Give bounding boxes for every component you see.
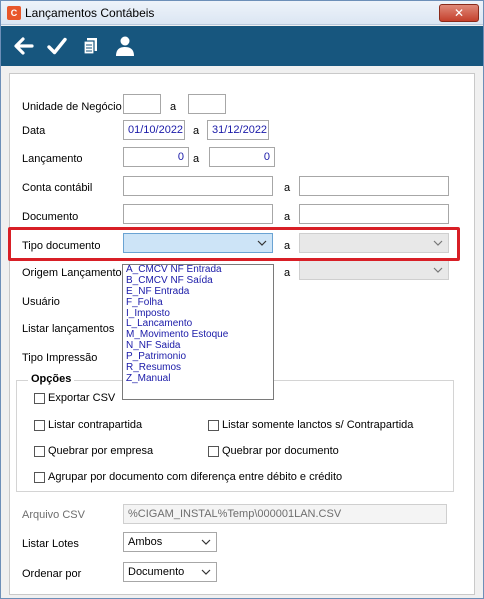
tipo-documento-dropdown: A_CMCV NF Entrada B_CMCV NF Saída E_NF Ent… bbox=[122, 264, 274, 400]
arquivo-csv-label: Arquivo CSV bbox=[22, 509, 85, 521]
user-icon[interactable] bbox=[111, 32, 139, 60]
window: C Lançamentos Contábeis ✕ Unidade de Neg… bbox=[0, 0, 484, 599]
ordenar-select[interactable]: Documento bbox=[123, 562, 217, 582]
copy-icon[interactable] bbox=[77, 32, 105, 60]
listar-lotes-value: Ambos bbox=[128, 536, 163, 548]
lancamento-sep: a bbox=[193, 153, 200, 165]
origem-sep: a bbox=[284, 267, 291, 279]
lancamento-from-input[interactable]: 0 bbox=[123, 147, 189, 167]
checkbox-icon bbox=[208, 445, 219, 457]
app-icon: C bbox=[7, 6, 21, 20]
ordenar-label: Ordenar por bbox=[22, 568, 82, 580]
quebrar-documento-checkbox[interactable]: Quebrar por documento bbox=[208, 445, 339, 457]
tipo-documento-from-select[interactable] bbox=[123, 233, 273, 253]
unidade-to-input[interactable] bbox=[188, 94, 226, 114]
chevron-down-icon bbox=[201, 539, 211, 545]
quebrar-empresa-checkbox[interactable]: Quebrar por empresa bbox=[34, 445, 153, 457]
dropdown-option[interactable]: Z_Manual bbox=[123, 373, 273, 385]
window-title: Lançamentos Contábeis bbox=[25, 6, 155, 20]
title-bar: C Lançamentos Contábeis ✕ bbox=[1, 1, 483, 25]
dropdown-option[interactable]: F_Folha bbox=[123, 297, 273, 309]
unidade-sep: a bbox=[170, 101, 177, 113]
exportar-csv-label: Exportar CSV bbox=[48, 392, 116, 404]
conta-from-input[interactable] bbox=[123, 176, 273, 196]
check-icon[interactable] bbox=[43, 32, 71, 60]
quebrar-documento-label: Quebrar por documento bbox=[222, 445, 339, 457]
chevron-down-icon bbox=[433, 240, 443, 246]
close-button[interactable]: ✕ bbox=[439, 4, 479, 22]
form-panel: Unidade de Negócio a Data 01/10/2022 a 3… bbox=[8, 73, 475, 595]
checkbox-icon bbox=[208, 419, 219, 431]
checkbox-icon bbox=[34, 419, 45, 431]
listar-contrapartida-checkbox[interactable]: Listar contrapartida bbox=[34, 419, 142, 431]
usuario-label: Usuário bbox=[22, 296, 60, 308]
data-label: Data bbox=[22, 125, 46, 137]
checkbox-icon bbox=[34, 392, 45, 404]
listar-lancamentos-label: Listar lançamentos bbox=[22, 323, 115, 335]
agrupar-checkbox[interactable]: Agrupar por documento com diferença entr… bbox=[34, 471, 342, 483]
origem-to-select[interactable] bbox=[299, 260, 449, 280]
listar-lotes-select[interactable]: Ambos bbox=[123, 532, 217, 552]
documento-label: Documento bbox=[22, 211, 79, 223]
unidade-from-input[interactable] bbox=[123, 94, 161, 114]
documento-from-input[interactable] bbox=[123, 204, 273, 224]
tipo-documento-sep: a bbox=[284, 240, 291, 252]
chevron-down-icon bbox=[433, 267, 443, 273]
documento-sep: a bbox=[284, 211, 291, 223]
checkbox-icon bbox=[34, 445, 45, 457]
checkbox-icon bbox=[34, 471, 45, 483]
opcoes-title: Opções bbox=[28, 373, 75, 385]
data-sep: a bbox=[193, 125, 200, 137]
toolbar bbox=[1, 26, 483, 66]
listar-somente-checkbox[interactable]: Listar somente lanctos s/ Contrapartida bbox=[208, 419, 413, 431]
tipo-impressao-label: Tipo Impressão bbox=[22, 352, 98, 364]
exportar-csv-checkbox[interactable]: Exportar CSV bbox=[34, 392, 115, 404]
listar-somente-label: Listar somente lanctos s/ Contrapartida bbox=[222, 419, 414, 431]
ordenar-value: Documento bbox=[128, 566, 185, 578]
agrupar-label: Agrupar por documento com diferença entr… bbox=[48, 471, 343, 483]
data-from-input[interactable]: 01/10/2022 bbox=[123, 120, 185, 140]
conta-sep: a bbox=[284, 182, 291, 194]
quebrar-empresa-label: Quebrar por empresa bbox=[48, 445, 154, 457]
tipo-documento-label: Tipo documento bbox=[22, 240, 101, 252]
conta-to-input[interactable] bbox=[299, 176, 449, 196]
listar-contrapartida-label: Listar contrapartida bbox=[48, 419, 143, 431]
lancamento-to-input[interactable]: 0 bbox=[209, 147, 275, 167]
tipo-documento-to-select[interactable] bbox=[299, 233, 449, 253]
back-arrow-icon[interactable] bbox=[9, 32, 37, 60]
lancamento-label: Lançamento bbox=[22, 153, 83, 165]
documento-to-input[interactable] bbox=[299, 204, 449, 224]
chevron-down-icon bbox=[257, 240, 267, 246]
conta-label: Conta contábil bbox=[22, 182, 93, 194]
data-to-input[interactable]: 31/12/2022 bbox=[207, 120, 269, 140]
listar-lotes-label: Listar Lotes bbox=[22, 538, 79, 550]
origem-label: Origem Lançamento bbox=[22, 267, 122, 279]
arquivo-csv-input[interactable]: %CIGAM_INSTAL%Temp\000001LAN.CSV bbox=[123, 504, 447, 524]
unidade-label: Unidade de Negócio bbox=[22, 101, 122, 113]
chevron-down-icon bbox=[201, 569, 211, 575]
